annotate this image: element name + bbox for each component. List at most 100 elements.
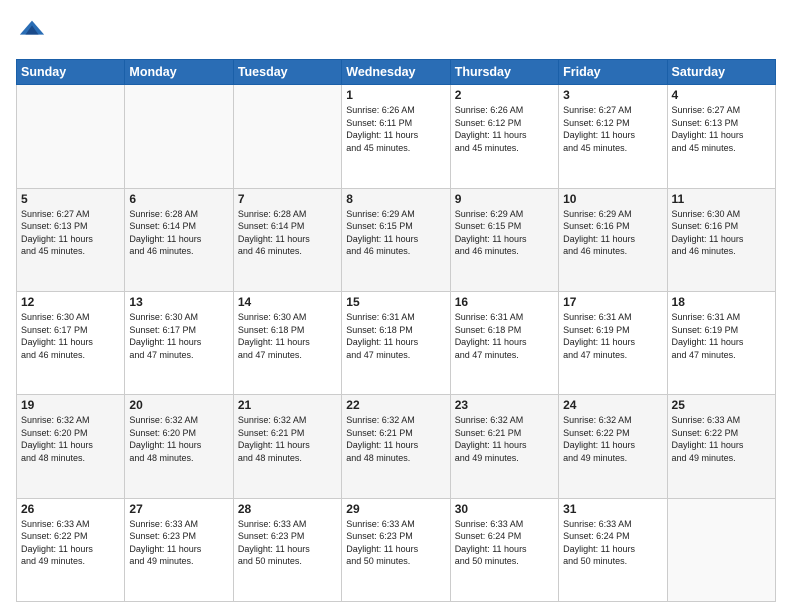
day-info: Sunrise: 6:32 AM Sunset: 6:22 PM Dayligh…	[563, 414, 662, 464]
weekday-header-thursday: Thursday	[450, 60, 558, 85]
calendar-cell	[233, 85, 341, 188]
day-info: Sunrise: 6:32 AM Sunset: 6:21 PM Dayligh…	[346, 414, 445, 464]
calendar-cell: 24 Sunrise: 6:32 AM Sunset: 6:22 PM Dayli…	[559, 395, 667, 498]
calendar-week-1: 5 Sunrise: 6:27 AM Sunset: 6:13 PM Daylig…	[17, 188, 776, 291]
weekday-header-tuesday: Tuesday	[233, 60, 341, 85]
day-number: 5	[21, 192, 120, 206]
day-info: Sunrise: 6:32 AM Sunset: 6:20 PM Dayligh…	[129, 414, 228, 464]
day-number: 26	[21, 502, 120, 516]
day-info: Sunrise: 6:30 AM Sunset: 6:17 PM Dayligh…	[129, 311, 228, 361]
calendar-cell	[667, 498, 775, 601]
calendar-cell: 22 Sunrise: 6:32 AM Sunset: 6:21 PM Dayli…	[342, 395, 450, 498]
day-number: 27	[129, 502, 228, 516]
calendar-cell: 2 Sunrise: 6:26 AM Sunset: 6:12 PM Daylig…	[450, 85, 558, 188]
calendar-cell: 13 Sunrise: 6:30 AM Sunset: 6:17 PM Dayli…	[125, 291, 233, 394]
calendar-cell	[17, 85, 125, 188]
day-number: 31	[563, 502, 662, 516]
day-number: 1	[346, 88, 445, 102]
day-number: 22	[346, 398, 445, 412]
day-number: 9	[455, 192, 554, 206]
calendar-cell: 4 Sunrise: 6:27 AM Sunset: 6:13 PM Daylig…	[667, 85, 775, 188]
calendar-cell: 29 Sunrise: 6:33 AM Sunset: 6:23 PM Dayli…	[342, 498, 450, 601]
day-info: Sunrise: 6:32 AM Sunset: 6:21 PM Dayligh…	[455, 414, 554, 464]
day-info: Sunrise: 6:33 AM Sunset: 6:22 PM Dayligh…	[21, 518, 120, 568]
day-number: 21	[238, 398, 337, 412]
day-info: Sunrise: 6:31 AM Sunset: 6:18 PM Dayligh…	[346, 311, 445, 361]
day-info: Sunrise: 6:29 AM Sunset: 6:15 PM Dayligh…	[346, 208, 445, 258]
calendar-cell: 27 Sunrise: 6:33 AM Sunset: 6:23 PM Dayli…	[125, 498, 233, 601]
day-info: Sunrise: 6:33 AM Sunset: 6:24 PM Dayligh…	[455, 518, 554, 568]
day-number: 2	[455, 88, 554, 102]
day-number: 16	[455, 295, 554, 309]
day-info: Sunrise: 6:30 AM Sunset: 6:17 PM Dayligh…	[21, 311, 120, 361]
calendar-cell: 10Sunrise: 6:29 AM Sunset: 6:16 PM Dayli…	[559, 188, 667, 291]
page: SundayMondayTuesdayWednesdayThursdayFrid…	[0, 0, 792, 612]
day-info: Sunrise: 6:33 AM Sunset: 6:23 PM Dayligh…	[346, 518, 445, 568]
calendar-week-3: 19 Sunrise: 6:32 AM Sunset: 6:20 PM Dayli…	[17, 395, 776, 498]
calendar-cell: 30 Sunrise: 6:33 AM Sunset: 6:24 PM Dayli…	[450, 498, 558, 601]
day-number: 15	[346, 295, 445, 309]
calendar-cell: 15 Sunrise: 6:31 AM Sunset: 6:18 PM Dayli…	[342, 291, 450, 394]
header	[16, 16, 776, 49]
day-number: 29	[346, 502, 445, 516]
day-info: Sunrise: 6:33 AM Sunset: 6:23 PM Dayligh…	[129, 518, 228, 568]
day-info: Sunrise: 6:29 AM Sunset: 6:15 PM Dayligh…	[455, 208, 554, 258]
day-number: 13	[129, 295, 228, 309]
day-info: Sunrise: 6:33 AM Sunset: 6:22 PM Dayligh…	[672, 414, 771, 464]
logo	[16, 16, 46, 49]
calendar-cell: 16Sunrise: 6:31 AM Sunset: 6:18 PM Dayli…	[450, 291, 558, 394]
calendar-week-4: 26 Sunrise: 6:33 AM Sunset: 6:22 PM Dayli…	[17, 498, 776, 601]
weekday-header-friday: Friday	[559, 60, 667, 85]
day-number: 3	[563, 88, 662, 102]
day-number: 20	[129, 398, 228, 412]
calendar-cell: 12 Sunrise: 6:30 AM Sunset: 6:17 PM Dayli…	[17, 291, 125, 394]
calendar-cell: 9 Sunrise: 6:29 AM Sunset: 6:15 PM Daylig…	[450, 188, 558, 291]
day-number: 7	[238, 192, 337, 206]
day-info: Sunrise: 6:30 AM Sunset: 6:18 PM Dayligh…	[238, 311, 337, 361]
day-number: 6	[129, 192, 228, 206]
day-info: Sunrise: 6:32 AM Sunset: 6:20 PM Dayligh…	[21, 414, 120, 464]
day-info: Sunrise: 6:28 AM Sunset: 6:14 PM Dayligh…	[129, 208, 228, 258]
day-info: Sunrise: 6:33 AM Sunset: 6:24 PM Dayligh…	[563, 518, 662, 568]
day-number: 12	[21, 295, 120, 309]
calendar-cell: 11Sunrise: 6:30 AM Sunset: 6:16 PM Dayli…	[667, 188, 775, 291]
day-number: 24	[563, 398, 662, 412]
day-number: 30	[455, 502, 554, 516]
day-info: Sunrise: 6:27 AM Sunset: 6:13 PM Dayligh…	[672, 104, 771, 154]
calendar-cell: 8Sunrise: 6:29 AM Sunset: 6:15 PM Daylig…	[342, 188, 450, 291]
day-number: 17	[563, 295, 662, 309]
day-info: Sunrise: 6:32 AM Sunset: 6:21 PM Dayligh…	[238, 414, 337, 464]
day-info: Sunrise: 6:29 AM Sunset: 6:16 PM Dayligh…	[563, 208, 662, 258]
day-info: Sunrise: 6:27 AM Sunset: 6:13 PM Dayligh…	[21, 208, 120, 258]
day-info: Sunrise: 6:28 AM Sunset: 6:14 PM Dayligh…	[238, 208, 337, 258]
calendar-week-0: 1Sunrise: 6:26 AM Sunset: 6:11 PM Daylig…	[17, 85, 776, 188]
calendar-cell: 20 Sunrise: 6:32 AM Sunset: 6:20 PM Dayli…	[125, 395, 233, 498]
weekday-header-saturday: Saturday	[667, 60, 775, 85]
day-number: 28	[238, 502, 337, 516]
weekday-header-monday: Monday	[125, 60, 233, 85]
calendar-table: SundayMondayTuesdayWednesdayThursdayFrid…	[16, 59, 776, 602]
day-number: 11	[672, 192, 771, 206]
day-info: Sunrise: 6:33 AM Sunset: 6:23 PM Dayligh…	[238, 518, 337, 568]
calendar-cell: 25Sunrise: 6:33 AM Sunset: 6:22 PM Dayli…	[667, 395, 775, 498]
calendar-cell: 5 Sunrise: 6:27 AM Sunset: 6:13 PM Daylig…	[17, 188, 125, 291]
calendar-cell: 18Sunrise: 6:31 AM Sunset: 6:19 PM Dayli…	[667, 291, 775, 394]
calendar-cell: 17 Sunrise: 6:31 AM Sunset: 6:19 PM Dayli…	[559, 291, 667, 394]
weekday-header-sunday: Sunday	[17, 60, 125, 85]
day-number: 19	[21, 398, 120, 412]
day-info: Sunrise: 6:31 AM Sunset: 6:19 PM Dayligh…	[563, 311, 662, 361]
day-number: 18	[672, 295, 771, 309]
day-number: 4	[672, 88, 771, 102]
calendar-cell: 31 Sunrise: 6:33 AM Sunset: 6:24 PM Dayli…	[559, 498, 667, 601]
calendar-cell: 3Sunrise: 6:27 AM Sunset: 6:12 PM Daylig…	[559, 85, 667, 188]
logo-icon	[18, 16, 46, 44]
calendar-cell: 1Sunrise: 6:26 AM Sunset: 6:11 PM Daylig…	[342, 85, 450, 188]
weekday-header-wednesday: Wednesday	[342, 60, 450, 85]
calendar-cell: 7 Sunrise: 6:28 AM Sunset: 6:14 PM Daylig…	[233, 188, 341, 291]
day-info: Sunrise: 6:26 AM Sunset: 6:12 PM Dayligh…	[455, 104, 554, 154]
weekday-header-row: SundayMondayTuesdayWednesdayThursdayFrid…	[17, 60, 776, 85]
calendar-cell: 23Sunrise: 6:32 AM Sunset: 6:21 PM Dayli…	[450, 395, 558, 498]
calendar-cell: 26 Sunrise: 6:33 AM Sunset: 6:22 PM Dayli…	[17, 498, 125, 601]
calendar-cell: 21 Sunrise: 6:32 AM Sunset: 6:21 PM Dayli…	[233, 395, 341, 498]
calendar-cell: 19 Sunrise: 6:32 AM Sunset: 6:20 PM Dayli…	[17, 395, 125, 498]
